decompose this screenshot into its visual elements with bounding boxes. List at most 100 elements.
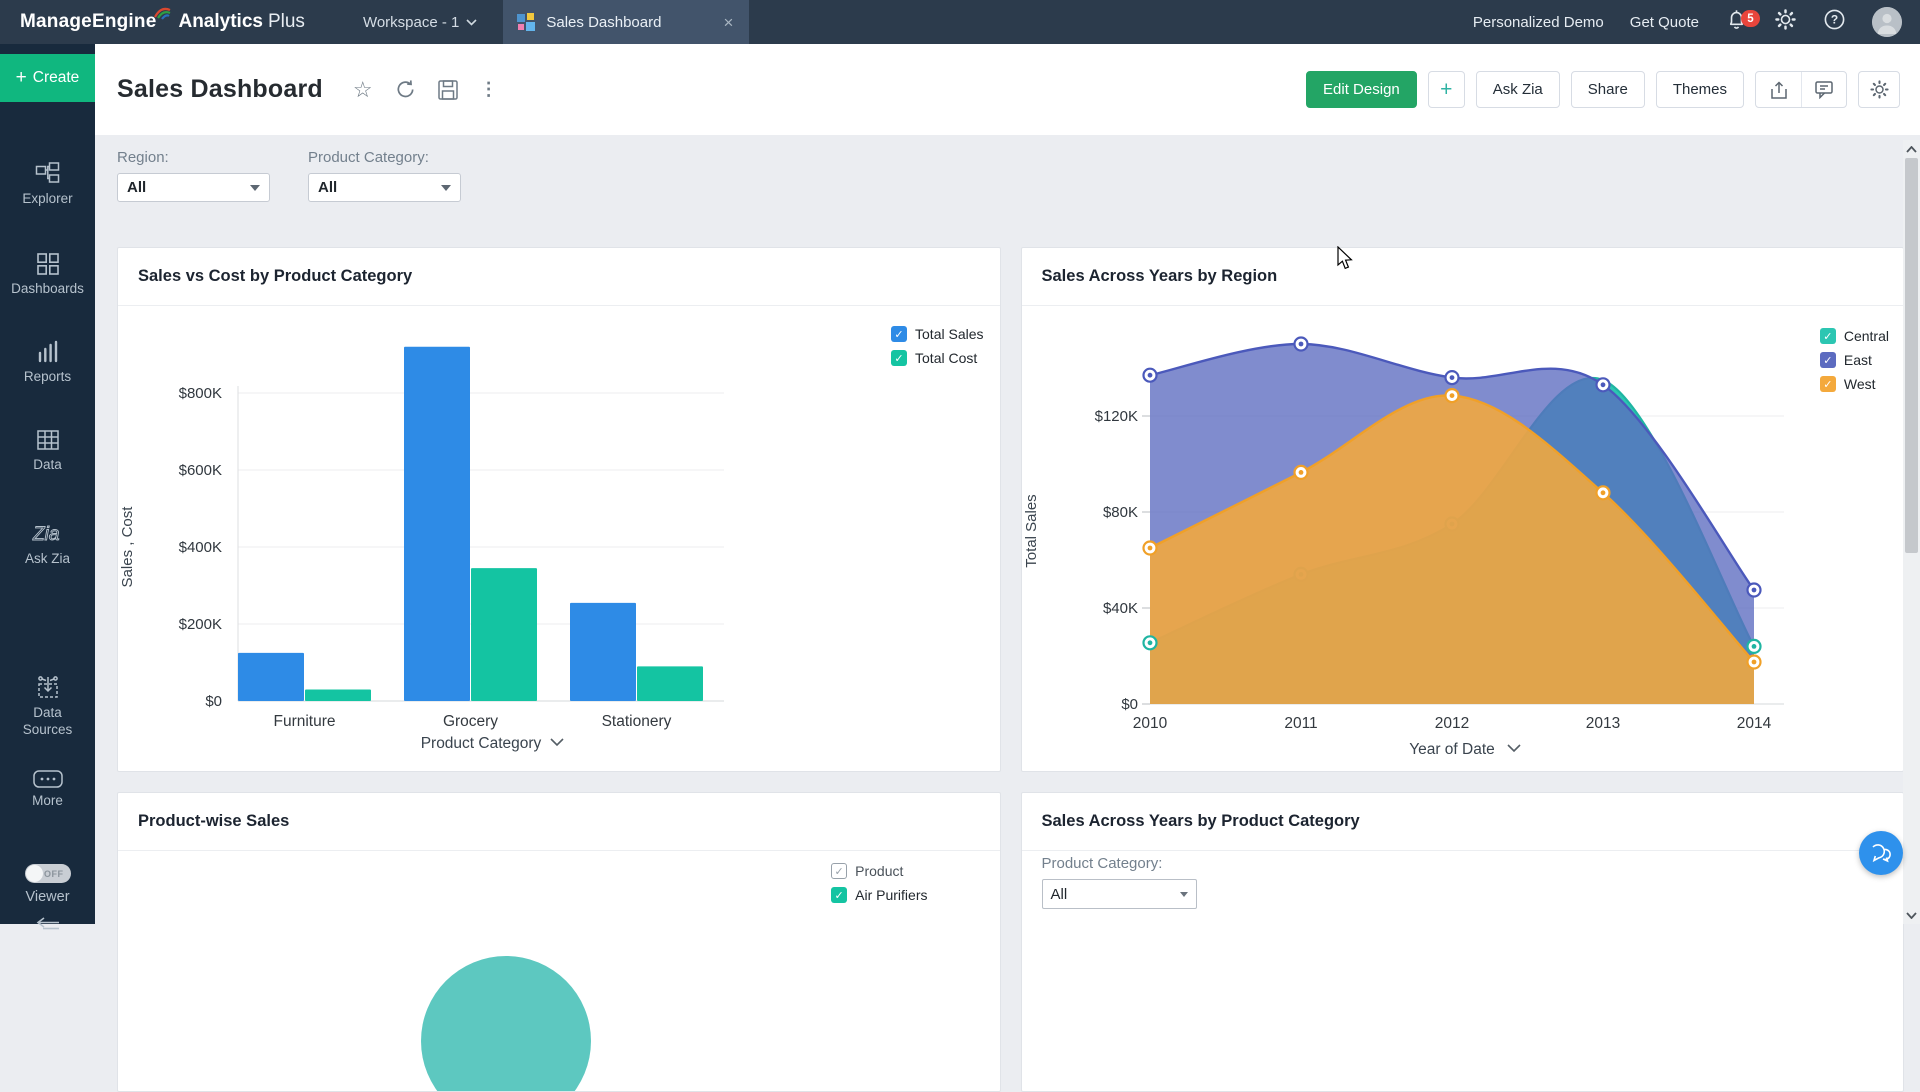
sidebar-item-label: Data Sources xyxy=(13,705,83,739)
svg-text:2013: 2013 xyxy=(1585,715,1619,732)
svg-text:$120K: $120K xyxy=(1094,408,1137,425)
sidebar-item-ask-zia[interactable]: Zia Ask Zia xyxy=(0,520,95,568)
zia-icon: Zia xyxy=(31,520,65,546)
svg-text:?: ? xyxy=(1831,13,1838,27)
brand-swoosh-icon xyxy=(153,5,173,25)
sidebar-item-label: Explorer xyxy=(22,191,72,208)
sidebar-item-dashboards[interactable]: Dashboards xyxy=(0,252,95,298)
checkbox-icon[interactable]: ✓ xyxy=(1820,352,1836,368)
area-chart[interactable]: $0$40K$80K$120K20102011201220132014Year … xyxy=(1022,306,1899,772)
refresh-icon[interactable] xyxy=(395,79,416,100)
sidebar-item-data[interactable]: Data xyxy=(0,428,95,474)
svg-text:Product Category: Product Category xyxy=(421,735,542,752)
tab-close-icon[interactable]: × xyxy=(723,14,733,31)
top-bar: ManageEngine Analytics Plus Workspace - … xyxy=(0,0,1920,44)
support-chat-button[interactable] xyxy=(1859,831,1903,875)
checkbox-icon[interactable]: ✓ xyxy=(1820,376,1836,392)
card-product-category-filter: Product Category: All xyxy=(1042,855,1197,909)
scroll-up-arrow[interactable] xyxy=(1903,140,1920,158)
svg-text:$800K: $800K xyxy=(179,385,222,402)
create-button[interactable]: + Create xyxy=(0,54,95,102)
collapse-sidebar-button[interactable] xyxy=(0,916,95,932)
page-title: Sales Dashboard xyxy=(117,75,323,104)
export-button[interactable] xyxy=(1756,72,1801,107)
legend-item-central[interactable]: ✓ Central xyxy=(1820,328,1889,344)
help-button[interactable]: ? xyxy=(1823,8,1846,36)
checkbox-icon[interactable]: ✓ xyxy=(891,350,907,366)
toggle-off-switch[interactable]: OFF xyxy=(25,864,71,883)
share-button[interactable]: Share xyxy=(1571,71,1645,108)
avatar[interactable] xyxy=(1872,7,1902,37)
scrollbar-thumb[interactable] xyxy=(1905,158,1918,553)
card-title: Sales Across Years by Product Category xyxy=(1042,812,1360,831)
checkbox-icon[interactable]: ✓ xyxy=(831,863,847,879)
svg-text:2010: 2010 xyxy=(1132,715,1167,732)
vertical-scrollbar[interactable] xyxy=(1903,140,1920,924)
card-sales-across-years-category: Sales Across Years by Product Category P… xyxy=(1021,792,1905,1092)
card-filter-dropdown[interactable]: All xyxy=(1042,879,1197,909)
card-filter-value: All xyxy=(1051,886,1068,903)
svg-text:$40K: $40K xyxy=(1102,600,1137,617)
chevron-down-icon xyxy=(441,185,451,191)
save-icon[interactable] xyxy=(438,80,458,100)
get-quote-link[interactable]: Get Quote xyxy=(1630,14,1699,31)
toggle-state-label: OFF xyxy=(44,869,64,879)
legend-item-product[interactable]: ✓ Product xyxy=(831,863,927,879)
favorite-star-icon[interactable]: ☆ xyxy=(353,79,373,101)
legend-label: Total Sales xyxy=(915,326,983,342)
notification-badge: 5 xyxy=(1741,10,1760,27)
svg-text:Year of Date: Year of Date xyxy=(1409,741,1495,758)
tab-sales-dashboard[interactable]: Sales Dashboard × xyxy=(503,0,749,44)
more-options-icon[interactable]: ⋮ xyxy=(480,79,498,100)
viewer-toggle[interactable]: OFF Viewer xyxy=(0,864,95,906)
svg-text:Total Sales: Total Sales xyxy=(1023,494,1040,567)
help-icon: ? xyxy=(1823,8,1846,31)
add-button[interactable]: + xyxy=(1428,71,1465,108)
sidebar-item-data-sources[interactable]: Data Sources xyxy=(0,674,95,739)
legend-item-east[interactable]: ✓ East xyxy=(1820,352,1889,368)
dashboard-tab-icon xyxy=(517,13,536,32)
chevron-down-icon xyxy=(466,19,477,26)
dashboard-settings-button[interactable] xyxy=(1858,71,1900,108)
sidebar-item-explorer[interactable]: Explorer xyxy=(0,162,95,208)
settings-button[interactable] xyxy=(1774,8,1797,36)
ask-zia-button[interactable]: Ask Zia xyxy=(1476,71,1560,108)
personalized-demo-link[interactable]: Personalized Demo xyxy=(1473,14,1604,31)
sidebar-item-label: Reports xyxy=(24,369,71,386)
svg-text:Sales , Cost: Sales , Cost xyxy=(119,506,136,588)
legend-label: Total Cost xyxy=(915,350,977,366)
viewer-label: Viewer xyxy=(25,888,69,906)
collapse-arrow-icon xyxy=(35,916,61,932)
region-filter-value: All xyxy=(127,179,146,196)
legend-item-total-sales[interactable]: ✓ Total Sales xyxy=(891,326,983,342)
checkbox-icon[interactable]: ✓ xyxy=(1820,328,1836,344)
edit-design-button[interactable]: Edit Design xyxy=(1306,71,1417,108)
checkbox-icon[interactable]: ✓ xyxy=(891,326,907,342)
header-icon-group xyxy=(1755,71,1847,108)
region-filter: Region: All xyxy=(117,149,270,215)
legend-item-total-cost[interactable]: ✓ Total Cost xyxy=(891,350,983,366)
sidebar-item-reports[interactable]: Reports xyxy=(0,340,95,386)
product-category-filter-dropdown[interactable]: All xyxy=(308,173,461,202)
pie-slice[interactable] xyxy=(421,956,591,1091)
svg-text:2011: 2011 xyxy=(1284,715,1317,732)
comment-icon xyxy=(1814,80,1834,99)
card-title: Product-wise Sales xyxy=(138,812,289,831)
user-icon xyxy=(1872,7,1902,37)
scroll-down-arrow[interactable] xyxy=(1903,906,1920,924)
bar-chart[interactable]: $0$200K$400K$600K$800KFurnitureGrocerySt… xyxy=(118,306,991,772)
workspace-selector[interactable]: Workspace - 1 xyxy=(363,14,477,31)
pie-chart-legend: ✓ Product ✓ Air Purifiers xyxy=(831,863,927,903)
checkbox-icon[interactable]: ✓ xyxy=(831,887,847,903)
sidebar-item-label: Dashboards xyxy=(11,281,84,298)
legend-item-air-purifiers[interactable]: ✓ Air Purifiers xyxy=(831,887,927,903)
comments-button[interactable] xyxy=(1801,72,1846,107)
left-sidebar: + Create Explorer Dashboards Reports Dat… xyxy=(0,44,95,924)
create-label: Create xyxy=(33,69,80,87)
legend-item-west[interactable]: ✓ West xyxy=(1820,376,1889,392)
notifications-button[interactable]: 5 xyxy=(1725,8,1748,36)
themes-button[interactable]: Themes xyxy=(1656,71,1744,108)
region-filter-dropdown[interactable]: All xyxy=(117,173,270,202)
sidebar-item-more[interactable]: More xyxy=(0,770,95,810)
brand-plus: Plus xyxy=(268,11,305,33)
